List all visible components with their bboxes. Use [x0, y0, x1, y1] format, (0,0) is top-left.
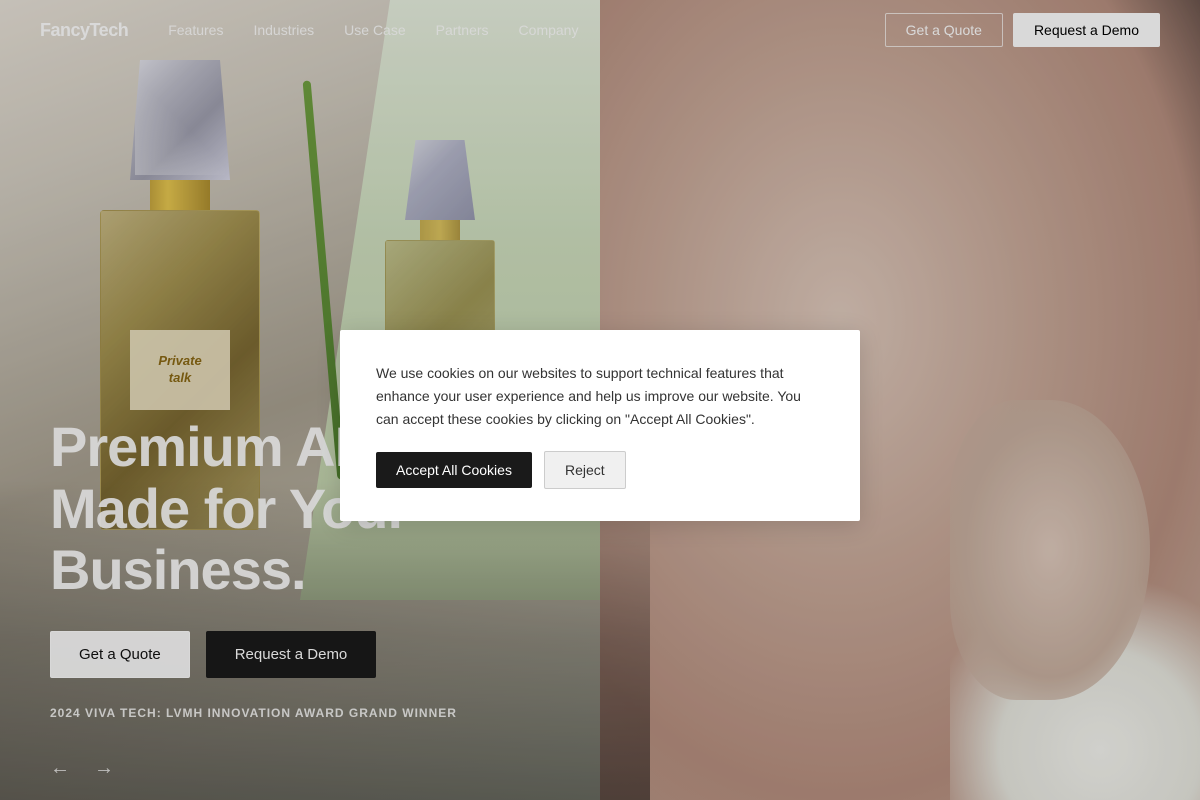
cookie-actions: Accept All Cookies Reject [376, 451, 824, 489]
reject-cookies-button[interactable]: Reject [544, 451, 626, 489]
cookie-message: We use cookies on our websites to suppor… [376, 362, 824, 431]
hero-section: Private talk FancyTech Features Industri… [0, 0, 1200, 800]
cookie-overlay: We use cookies on our websites to suppor… [0, 0, 1200, 800]
cookie-banner: We use cookies on our websites to suppor… [340, 330, 860, 521]
accept-cookies-button[interactable]: Accept All Cookies [376, 452, 532, 488]
